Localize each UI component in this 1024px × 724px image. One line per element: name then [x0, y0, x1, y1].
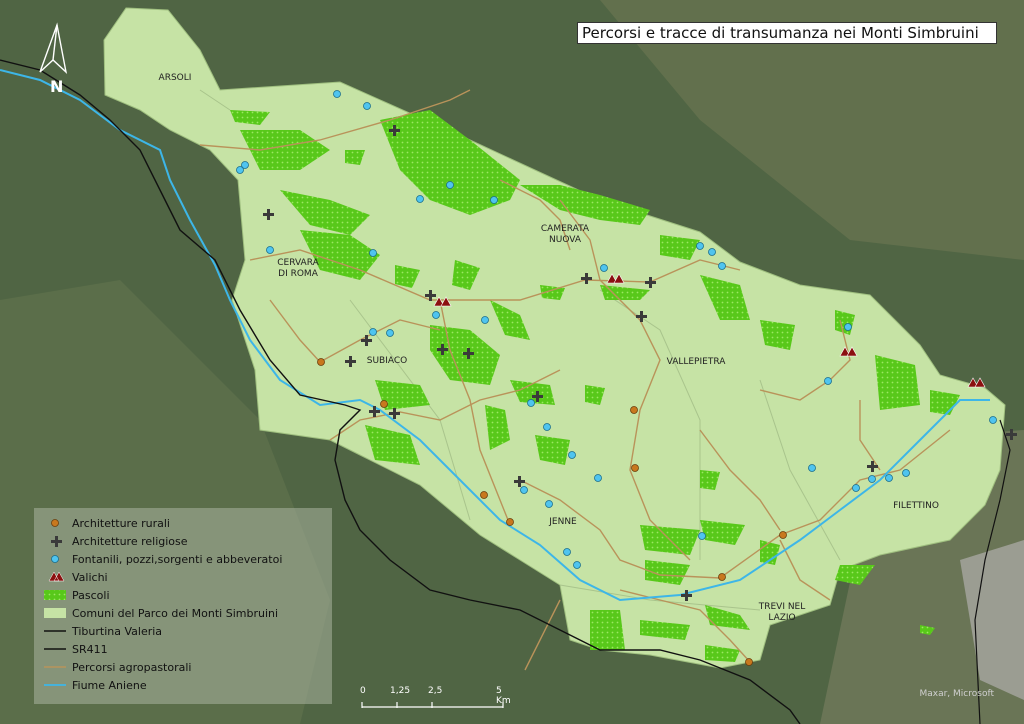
water-point [824, 377, 832, 385]
water-point [563, 548, 571, 556]
water-point [885, 474, 893, 482]
scale-label: 1,25 [390, 686, 411, 696]
water-point [543, 423, 551, 431]
municipality-label-trevi-nel-lazio: TREVI NEL LAZIO [758, 602, 806, 623]
water-point [333, 90, 341, 98]
rural-architecture-point [745, 658, 753, 666]
scale-label: 0 [360, 686, 366, 696]
legend-label: Comuni del Parco dei Monti Simbruini [72, 606, 279, 620]
legend-item-water: Fontanili, pozzi,sorgenti e abbeveratoi [42, 550, 282, 568]
legend-label: Percorsi agropastorali [72, 660, 192, 674]
legend-item-sr411: SR411 [42, 640, 108, 658]
legend-label: Fontanili, pozzi,sorgenti e abbeveratoi [72, 552, 283, 566]
water-point [696, 242, 704, 250]
legend-label: Valichi [72, 570, 108, 584]
water-point [844, 323, 852, 331]
rural-architecture-point [630, 406, 638, 414]
legend-item-river: Fiume Aniene [42, 676, 147, 694]
rural-architecture-point [380, 400, 388, 408]
legend-label: Pascoli [72, 588, 110, 602]
legend-item-paths: Percorsi agropastorali [42, 658, 191, 676]
water-point [568, 451, 576, 459]
scale-bar-graphic [361, 702, 504, 708]
imagery-credit: Maxar, Microsoft [919, 689, 994, 699]
water-point [718, 262, 726, 270]
municipality-label-jenne: JENNE [549, 517, 577, 527]
legend-item-tiburtina: Tiburtina Valeria [42, 622, 162, 640]
rural-architecture-point [506, 518, 514, 526]
water-point [481, 316, 489, 324]
map-legend: Architetture rurali Architetture religio… [34, 508, 332, 704]
pasture-area [590, 610, 625, 650]
water-point [852, 484, 860, 492]
legend-label: Architetture rurali [72, 516, 170, 530]
water-point [698, 532, 706, 540]
water-point [266, 246, 274, 254]
water-point [446, 181, 454, 189]
water-point [527, 399, 535, 407]
legend-item-passes: Valichi [42, 568, 108, 586]
water-point [868, 475, 876, 483]
water-point [594, 474, 602, 482]
water-point [490, 196, 498, 204]
legend-label: Fiume Aniene [72, 678, 147, 692]
water-point [386, 329, 394, 337]
municipality-label-subiaco: SUBIACO [366, 356, 408, 366]
rural-architecture-point [779, 531, 787, 539]
municipality-label-cervara-di-roma: CERVARA DI ROMA [277, 258, 319, 279]
water-point [520, 486, 528, 494]
water-point [708, 248, 716, 256]
legend-item-pastures: Pascoli [42, 586, 110, 604]
water-point [363, 102, 371, 110]
water-point [808, 464, 816, 472]
north-label: N [50, 77, 64, 96]
legend-label: Tiburtina Valeria [72, 624, 163, 638]
municipality-label-filettino: FILETTINO [893, 501, 939, 511]
water-point [545, 500, 553, 508]
water-point [369, 249, 377, 257]
legend-item-rural: Architetture rurali [42, 514, 170, 532]
water-point [241, 161, 249, 169]
rural-architecture-point [631, 464, 639, 472]
water-point [600, 264, 608, 272]
water-point [902, 469, 910, 477]
legend-label: Architetture religiose [72, 534, 188, 548]
legend-label: SR411 [72, 642, 108, 656]
municipality-label-arsoli: ARSOLI [158, 73, 192, 83]
municipality-label-camerata-nuova: CAMERATA NUOVA [540, 224, 590, 245]
water-point [369, 328, 377, 336]
water-point [989, 416, 997, 424]
scale-label: 2,5 [428, 686, 443, 696]
rural-architecture-point [718, 573, 726, 581]
rural-architecture-point [480, 491, 488, 499]
municipality-label-vallepietra: VALLEPIETRA [666, 357, 726, 367]
legend-item-park: Comuni del Parco dei Monti Simbruini [42, 604, 278, 622]
scale-bar: 0 1,25 2,5 5 Km [360, 686, 511, 712]
rural-architecture-point [317, 358, 325, 366]
water-point [416, 195, 424, 203]
legend-item-religious: Architetture religiose [42, 532, 188, 550]
water-point [432, 311, 440, 319]
water-point [573, 561, 581, 569]
map-title: Percorsi e tracce di transumanza nei Mon… [577, 22, 997, 44]
